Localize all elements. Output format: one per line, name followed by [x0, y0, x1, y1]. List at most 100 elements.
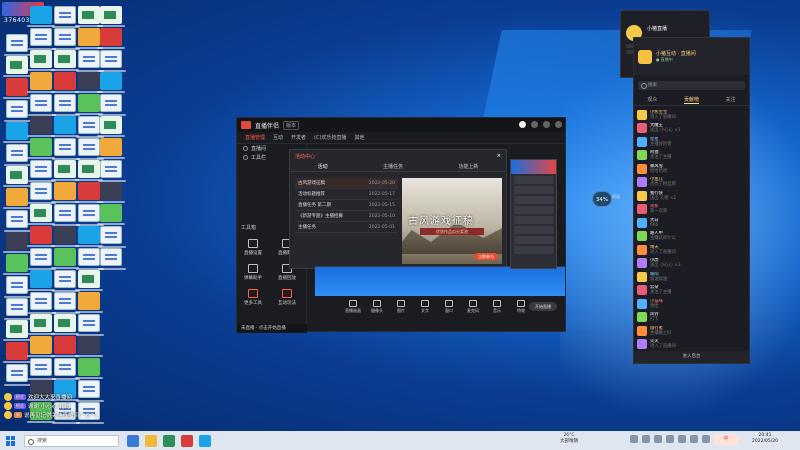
desktop-file-icon[interactable]: [3, 342, 31, 363]
desktop-file-icon[interactable]: [4, 276, 32, 298]
desktop-file-icon[interactable]: [97, 204, 125, 225]
live-status[interactable]: 未直播 · 点击开始直播: [237, 324, 307, 333]
desktop-file-icon[interactable]: [98, 248, 126, 270]
tray-app-icon[interactable]: [690, 435, 698, 443]
desktop-file-icon[interactable]: [75, 94, 103, 115]
tool-settings[interactable]: 直播设置: [239, 239, 267, 256]
tab-developer[interactable]: 开发者: [291, 134, 306, 141]
chat-message[interactable]: 小猫咪 哈哈: [637, 297, 746, 311]
chat-message[interactable]: 阿狸 关注了主播: [637, 149, 746, 163]
desktop-file-icon[interactable]: [52, 6, 80, 28]
desktop-file-icon[interactable]: [27, 72, 55, 93]
desktop-file-icon[interactable]: [52, 204, 80, 226]
desktop-file-icon[interactable]: [98, 50, 126, 72]
tool-danmaku[interactable]: 弹幕助手: [239, 264, 267, 281]
desktop-file-icon[interactable]: [4, 210, 32, 232]
avatar[interactable]: [519, 121, 526, 128]
tool-more[interactable]: 更多工具: [239, 289, 267, 306]
source-image[interactable]: 图片: [393, 300, 409, 314]
chat-message[interactable]: 大白 666: [637, 216, 746, 230]
taskbar-search-input[interactable]: 搜索: [24, 434, 119, 447]
windows-start-icon[interactable]: [6, 435, 16, 446]
desktop-file-icon[interactable]: [27, 6, 55, 27]
desktop-file-icon[interactable]: [75, 226, 103, 247]
desktop-file-icon[interactable]: [51, 182, 79, 203]
list-item[interactable]: 古风游戏征稿 2022-05-20: [295, 178, 398, 189]
desktop-file-icon[interactable]: [76, 138, 104, 160]
browser-icon[interactable]: [163, 434, 175, 447]
minimize-icon[interactable]: [531, 121, 538, 128]
desktop-file-icon[interactable]: [51, 72, 79, 93]
desktop-file-icon[interactable]: [3, 122, 31, 143]
title-bar[interactable]: 直播伴侣 版本: [237, 118, 565, 132]
chat-message[interactable]: 晴天 进入了直播间: [637, 243, 746, 257]
chat-message[interactable]: 星星 主播好厉害: [637, 135, 746, 149]
chat-header[interactable]: 小猪互动 · 直播间 ● 直播中: [634, 38, 749, 75]
list-item[interactable]: 活动标题推荐 2022-05-17: [295, 189, 398, 200]
desktop-file-icon[interactable]: [97, 6, 125, 27]
tab-tasks[interactable]: 主播任务: [383, 163, 403, 170]
task-view-icon[interactable]: [127, 434, 139, 447]
chat-message[interactable]: 独行侠 送出 礼物 ×2: [637, 189, 746, 203]
desktop-file-icon[interactable]: [28, 292, 56, 314]
desktop-file-icon[interactable]: [52, 270, 80, 292]
chat-app-icon[interactable]: [199, 434, 211, 447]
backstage-button[interactable]: 进入后台: [634, 351, 749, 363]
ime-indicator[interactable]: 中: [714, 434, 738, 445]
desktop-file-icon[interactable]: [28, 160, 56, 182]
stream-preview[interactable]: [315, 266, 565, 296]
tray-app-icon[interactable]: [642, 435, 650, 443]
source-mic[interactable]: 麦克风: [465, 300, 481, 314]
desktop-file-icon[interactable]: [28, 182, 56, 204]
speed-widget[interactable]: 34%: [592, 191, 612, 207]
desktop-file-icon[interactable]: [3, 232, 31, 253]
desktop-file-icon[interactable]: [76, 50, 104, 72]
chat-message[interactable]: 小鱼儿 点亮了粉丝牌: [637, 176, 746, 190]
desktop-file-icon[interactable]: [98, 226, 126, 248]
maximize-icon[interactable]: [543, 121, 550, 128]
close-icon[interactable]: ×: [497, 153, 501, 159]
desktop-file-icon[interactable]: [97, 28, 125, 49]
desktop-file-icon[interactable]: [3, 56, 31, 77]
desktop-file-icon[interactable]: [98, 160, 126, 182]
source-effect[interactable]: 特效: [513, 300, 529, 314]
desktop-file-icon[interactable]: [27, 270, 55, 291]
live-app-icon[interactable]: [181, 434, 193, 447]
desktop-file-icon[interactable]: [27, 226, 55, 247]
chat-message[interactable]: 风铃 打卡: [637, 311, 746, 325]
chat-message[interactable]: 大魔王 送出 小心心 ×1: [637, 122, 746, 136]
desktop-file-icon[interactable]: [3, 320, 31, 341]
desktop-file-icon[interactable]: [97, 182, 125, 203]
desktop-file-icon[interactable]: [28, 28, 56, 50]
source-window[interactable]: 窗口: [441, 300, 457, 314]
desktop-file-icon[interactable]: [27, 50, 55, 71]
desktop-file-icon[interactable]: [75, 160, 103, 181]
desktop-file-icon[interactable]: [76, 116, 104, 138]
desktop-file-icon[interactable]: [4, 34, 32, 56]
clock[interactable]: 20:41 2022/05/20: [752, 433, 778, 445]
tab-other[interactable]: 其他: [354, 134, 364, 141]
list-item[interactable]: 直播任务 第二期 2022-05-15: [295, 200, 398, 211]
tray-app-icon[interactable]: [654, 435, 662, 443]
tray-app-icon[interactable]: [666, 435, 674, 443]
desktop-file-icon[interactable]: [52, 94, 80, 116]
chat-message[interactable]: 云朵 关注了主播: [637, 284, 746, 298]
join-button[interactable]: 立即参与: [474, 253, 498, 260]
desktop-file-icon[interactable]: [3, 254, 31, 275]
folder-icon[interactable]: [145, 434, 157, 447]
desktop-file-icon[interactable]: [28, 358, 56, 380]
desktop-file-icon[interactable]: [3, 166, 31, 187]
desktop-file-icon[interactable]: [4, 364, 32, 386]
desktop-file-icon[interactable]: [75, 28, 103, 49]
desktop-file-icon[interactable]: [75, 336, 103, 357]
source-screen[interactable]: 直播画面: [345, 300, 361, 314]
version-tag[interactable]: 版本: [283, 120, 300, 130]
list-item[interactable]: 主播任务 2022-05-01: [295, 222, 398, 233]
tab-event[interactable]: (C)欢乐抢直播: [314, 134, 346, 141]
desktop-file-icon[interactable]: [97, 72, 125, 93]
chat-message[interactable]: 路人甲 主播玩的什么: [637, 230, 746, 244]
desktop-file-icon[interactable]: [97, 116, 125, 137]
desktop-file-icon[interactable]: [75, 358, 103, 379]
activity-banner[interactable]: 古风游戏征稿 优质作品瓜分奖池 立即参与: [402, 178, 502, 264]
tray-chevron-icon[interactable]: [630, 435, 638, 443]
